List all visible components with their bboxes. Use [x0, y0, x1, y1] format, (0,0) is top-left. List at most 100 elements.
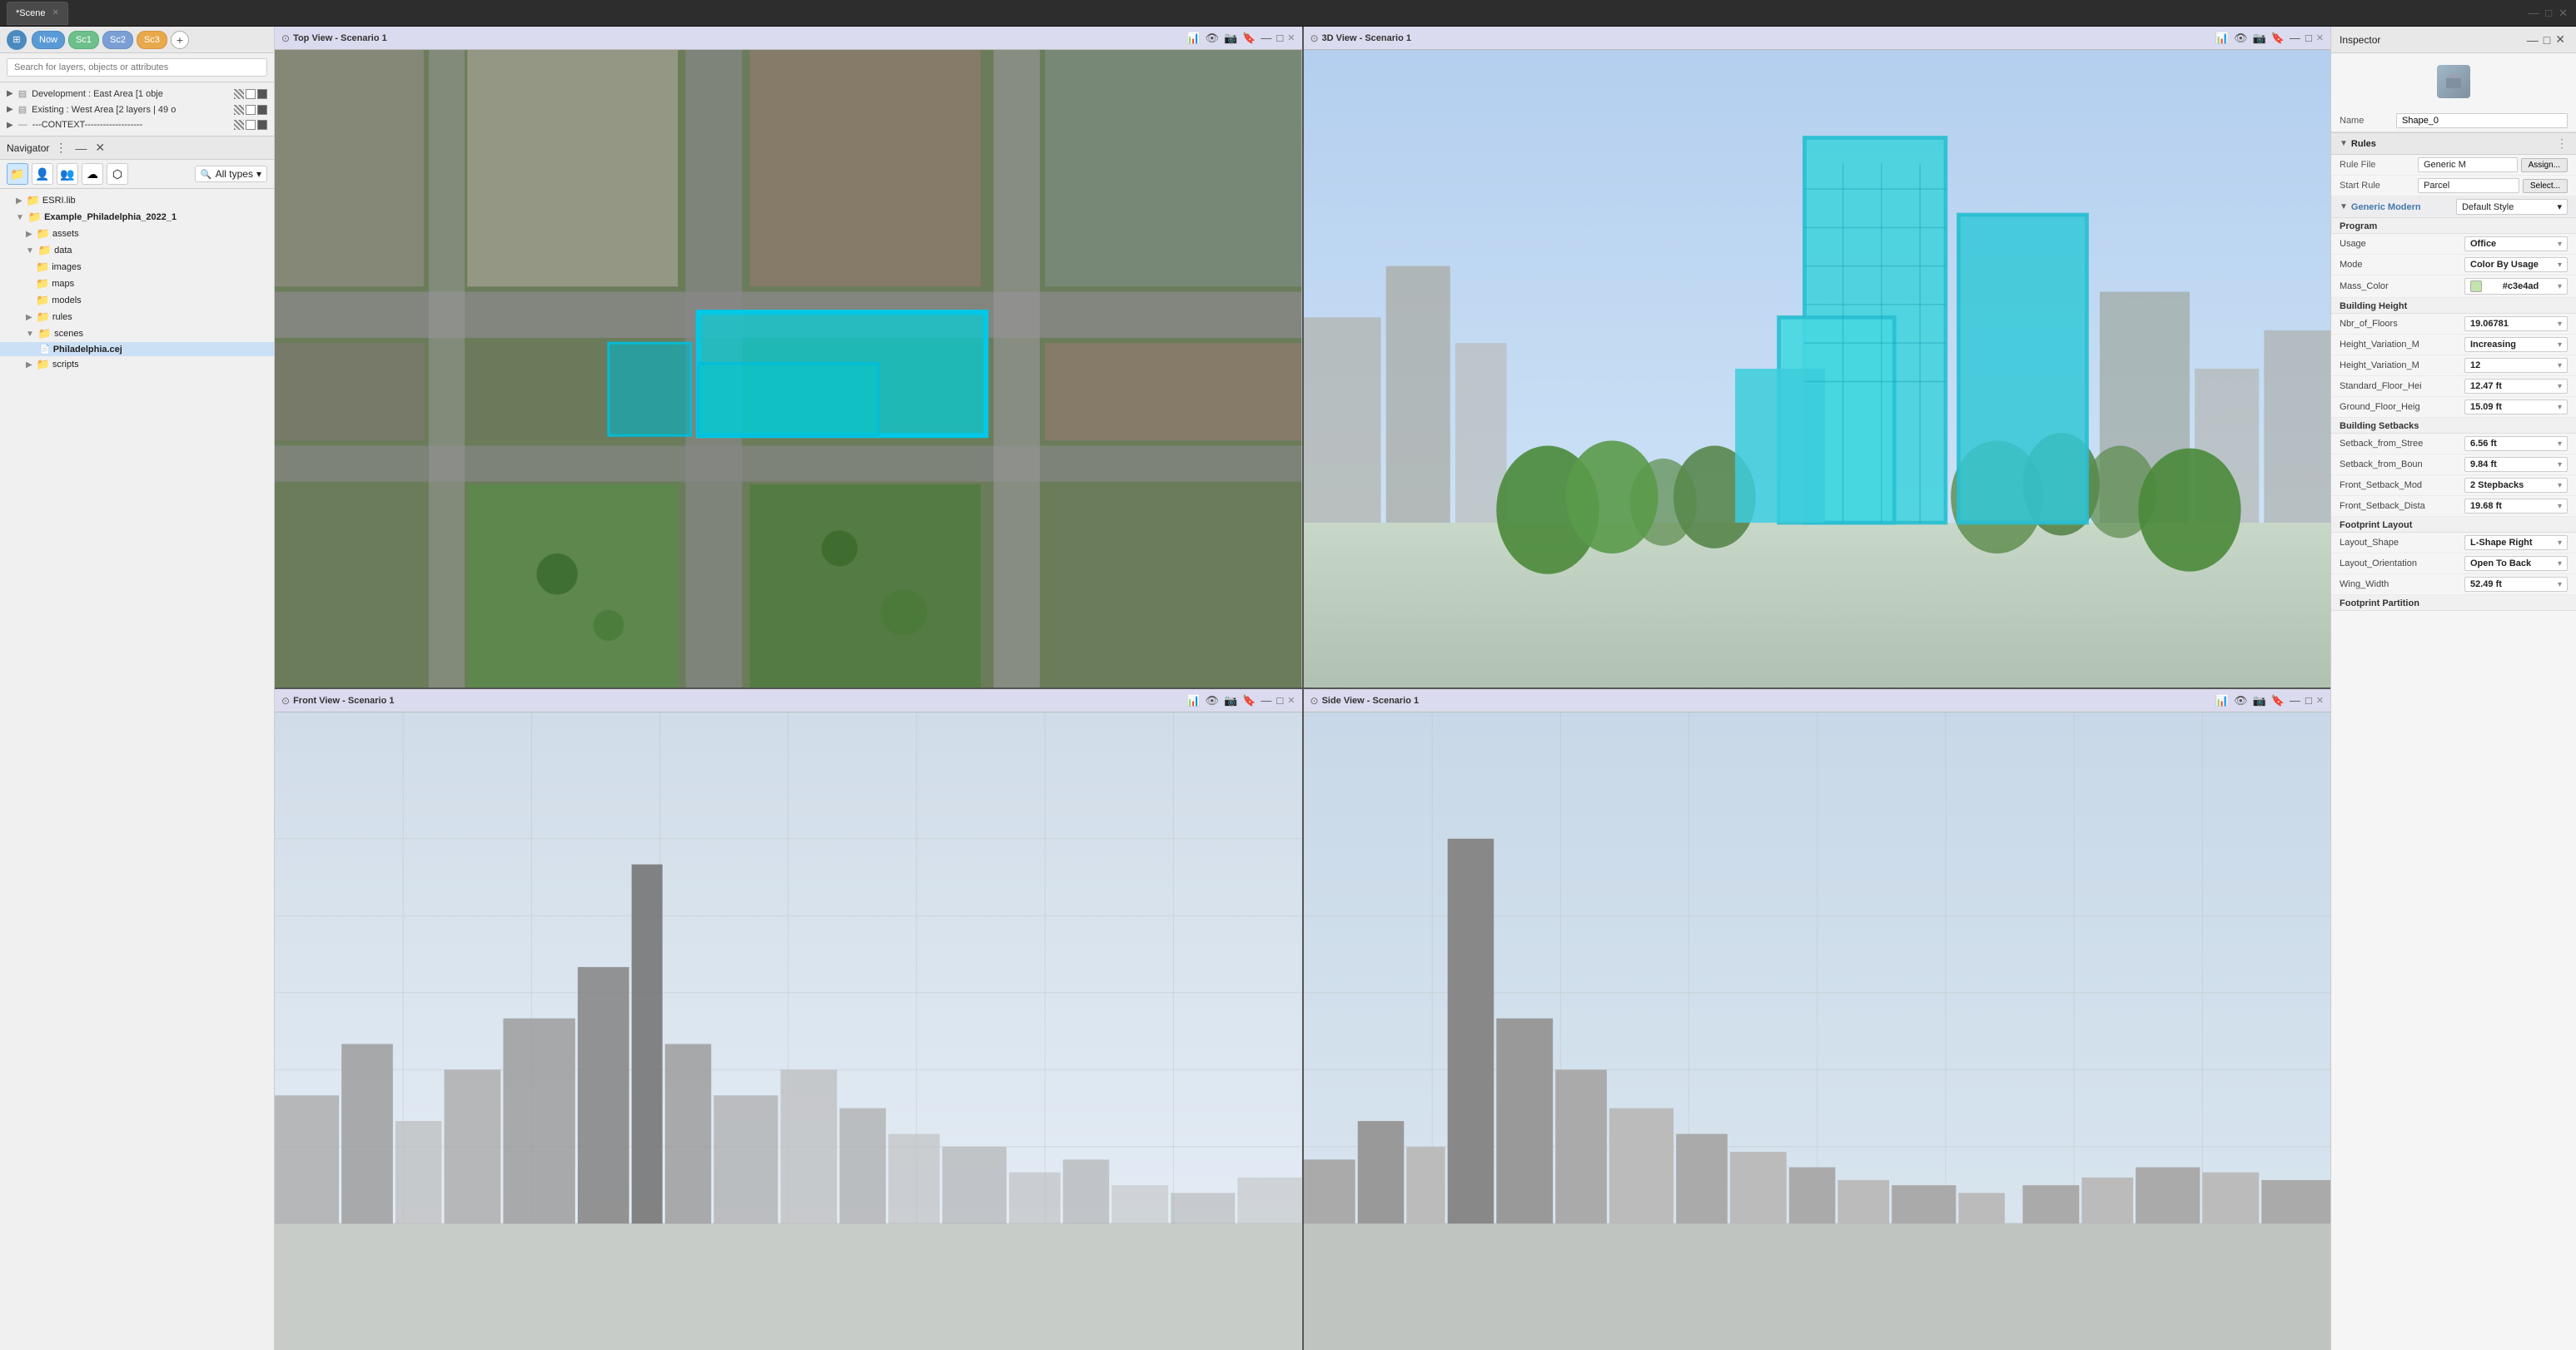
- layer-checkbox-2[interactable]: [257, 89, 267, 99]
- height-var1-dropdown[interactable]: Increasing ▾: [2464, 337, 2568, 352]
- viewport-3d-stats[interactable]: 📊: [2215, 31, 2230, 46]
- viewport-side-view[interactable]: 👁: [2233, 693, 2249, 708]
- layer-checkbox-4[interactable]: [257, 105, 267, 115]
- layer-search-input[interactable]: [7, 58, 267, 77]
- viewport-3d-view[interactable]: 👁: [2233, 31, 2249, 46]
- setback-boun-dropdown[interactable]: 9.84 ft ▾: [2464, 457, 2568, 472]
- generic-modern-header[interactable]: ▼ Generic Modern Default Style ▾: [2331, 196, 2576, 218]
- viewport-front-maximize[interactable]: □: [1276, 693, 1284, 708]
- navigator-menu-button[interactable]: ⋮: [52, 140, 69, 156]
- viewport-side-minimize[interactable]: —: [2289, 693, 2301, 708]
- layer-item-development[interactable]: ▶ ▤ Development : East Area [1 obje: [0, 86, 274, 102]
- tree-item-data[interactable]: ▼ 📁 data: [0, 242, 274, 259]
- viewport-front-minimize[interactable]: —: [1260, 693, 1272, 708]
- layout-shape-dropdown[interactable]: L-Shape Right ▾: [2464, 535, 2568, 550]
- nav-group-button[interactable]: 👥: [57, 163, 78, 185]
- viewport-3d-bookmark[interactable]: 🔖: [2270, 31, 2285, 46]
- viewport-front-bookmark[interactable]: 🔖: [1241, 693, 1256, 708]
- tree-item-scripts[interactable]: ▶ 📁 scripts: [0, 356, 274, 373]
- nav-folder-button[interactable]: 📁: [7, 163, 28, 185]
- viewport-front-close[interactable]: ✕: [1287, 695, 1295, 706]
- rule-assign-button[interactable]: Assign...: [2521, 158, 2568, 172]
- front-setback-mod-dropdown[interactable]: 2 Stepbacks ▾: [2464, 478, 2568, 493]
- generic-modern-style-dropdown[interactable]: Default Style ▾: [2456, 199, 2568, 215]
- wing-width-dropdown[interactable]: 52.49 ft ▾: [2464, 577, 2568, 592]
- layout-orient-dropdown[interactable]: Open To Back ▾: [2464, 556, 2568, 571]
- viewport-front-view[interactable]: 👁: [1205, 693, 1221, 708]
- viewport-3d-minimize[interactable]: —: [2289, 31, 2301, 46]
- scenario-sc2-button[interactable]: Sc2: [102, 31, 133, 49]
- tree-item-esrilib[interactable]: ▶ 📁 ESRI.lib: [0, 192, 274, 209]
- layer-checkbox-5[interactable]: [246, 120, 256, 130]
- layer-checkbox-3[interactable]: [246, 105, 256, 115]
- inspector-maximize[interactable]: □: [2541, 32, 2553, 47]
- setback-street-dropdown[interactable]: 6.56 ft ▾: [2464, 436, 2568, 451]
- viewport-3d-close[interactable]: ✕: [2316, 32, 2324, 43]
- layer-item-existing[interactable]: ▶ ▤ Existing : West Area [2 layers | 49 …: [0, 102, 274, 117]
- inspector-minimize[interactable]: —: [2524, 32, 2541, 47]
- scene-tab[interactable]: *Scene ✕: [7, 2, 68, 25]
- nbr-floors-dropdown[interactable]: 19.06781 ▾: [2464, 316, 2568, 331]
- mass-color-dropdown[interactable]: #c3e4ad ▾: [2464, 278, 2568, 295]
- mode-dropdown[interactable]: Color By Usage ▾: [2464, 257, 2568, 272]
- viewport-top-maximize[interactable]: □: [1276, 31, 1284, 46]
- navigator-minimize-button[interactable]: —: [72, 141, 89, 156]
- layer-item-context[interactable]: ▶ — ---CONTEXT-------------------: [0, 117, 274, 132]
- tree-item-philadelphia-root[interactable]: ▼ 📁 Example_Philadelphia_2022_1: [0, 209, 274, 226]
- viewport-side-close[interactable]: ✕: [2316, 695, 2324, 706]
- nav-person-button[interactable]: 👤: [32, 163, 53, 185]
- viewport-side-stats[interactable]: 📊: [2215, 693, 2230, 708]
- layer-checkbox-6[interactable]: [257, 120, 267, 130]
- rules-section-header[interactable]: ▼ Rules ⋮: [2331, 132, 2576, 155]
- viewport-top-stats[interactable]: 📊: [1186, 31, 1201, 46]
- scenario-sc3-button[interactable]: Sc3: [137, 31, 167, 49]
- tree-item-philadelphia-cej[interactable]: 📄 Philadelphia.cej: [0, 342, 274, 356]
- maximize-button[interactable]: □: [2544, 7, 2554, 19]
- viewport-side-bookmark[interactable]: 🔖: [2270, 693, 2285, 708]
- viewport-top-close[interactable]: ✕: [1287, 32, 1295, 43]
- tree-item-maps[interactable]: 📁 maps: [0, 275, 274, 292]
- name-input[interactable]: [2396, 113, 2568, 128]
- viewport-top-view[interactable]: 👁: [1205, 31, 1221, 46]
- minimize-button[interactable]: —: [2526, 7, 2540, 19]
- rule-select-button[interactable]: Select...: [2523, 179, 2568, 193]
- height-var2-dropdown[interactable]: 12 ▾: [2464, 358, 2568, 373]
- viewport-side-content[interactable]: [1304, 712, 2331, 1350]
- usage-dropdown[interactable]: Office ▾: [2464, 236, 2568, 251]
- viewport-3d-camera[interactable]: 📷: [2252, 31, 2267, 46]
- close-button[interactable]: ✕: [2557, 7, 2569, 20]
- scenario-sc1-button[interactable]: Sc1: [68, 31, 99, 49]
- viewport-front-camera[interactable]: 📷: [1223, 693, 1238, 708]
- tree-item-rules[interactable]: ▶ 📁 rules: [0, 309, 274, 325]
- ground-floor-label: Ground_Floor_Heig: [2340, 402, 2464, 412]
- nav-cloud-button[interactable]: ☁: [82, 163, 103, 185]
- navigator-close-button[interactable]: ✕: [92, 140, 107, 156]
- viewport-front-stats[interactable]: 📊: [1186, 693, 1201, 708]
- layer-checkbox-1[interactable]: [246, 89, 256, 99]
- tree-item-assets[interactable]: ▶ 📁 assets: [0, 226, 274, 242]
- tree-item-models[interactable]: 📁 models: [0, 292, 274, 309]
- viewport-3d-maximize[interactable]: □: [2305, 31, 2313, 46]
- tree-item-scenes[interactable]: ▼ 📁 scenes: [0, 325, 274, 342]
- inspector-close[interactable]: ✕: [2553, 32, 2568, 47]
- start-rule-value[interactable]: Parcel: [2418, 178, 2519, 193]
- viewport-top-content[interactable]: [275, 50, 1302, 687]
- nav-network-button[interactable]: ⬡: [107, 163, 128, 185]
- viewport-top-camera[interactable]: 📷: [1223, 31, 1238, 46]
- viewport-3d-content[interactable]: [1304, 50, 2331, 687]
- viewport-top-minimize[interactable]: —: [1260, 31, 1272, 46]
- scene-tab-close[interactable]: ✕: [52, 8, 58, 17]
- rules-menu-icon[interactable]: ⋮: [2556, 136, 2568, 151]
- viewport-top-bookmark[interactable]: 🔖: [1241, 31, 1256, 46]
- tree-item-images[interactable]: 📁 images: [0, 259, 274, 275]
- add-scenario-button[interactable]: +: [171, 31, 189, 49]
- viewport-side-maximize[interactable]: □: [2305, 693, 2313, 708]
- std-floor-dropdown[interactable]: 12.47 ft ▾: [2464, 379, 2568, 394]
- type-filter[interactable]: 🔍 All types ▾: [195, 166, 267, 182]
- ground-floor-dropdown[interactable]: 15.09 ft ▾: [2464, 400, 2568, 414]
- front-setback-dist-dropdown[interactable]: 19.68 ft ▾: [2464, 499, 2568, 514]
- scenario-now-button[interactable]: Now: [32, 31, 65, 49]
- viewport-side-camera[interactable]: 📷: [2252, 693, 2267, 708]
- rule-file-value[interactable]: Generic M: [2418, 157, 2518, 172]
- viewport-front-content[interactable]: [275, 712, 1302, 1350]
